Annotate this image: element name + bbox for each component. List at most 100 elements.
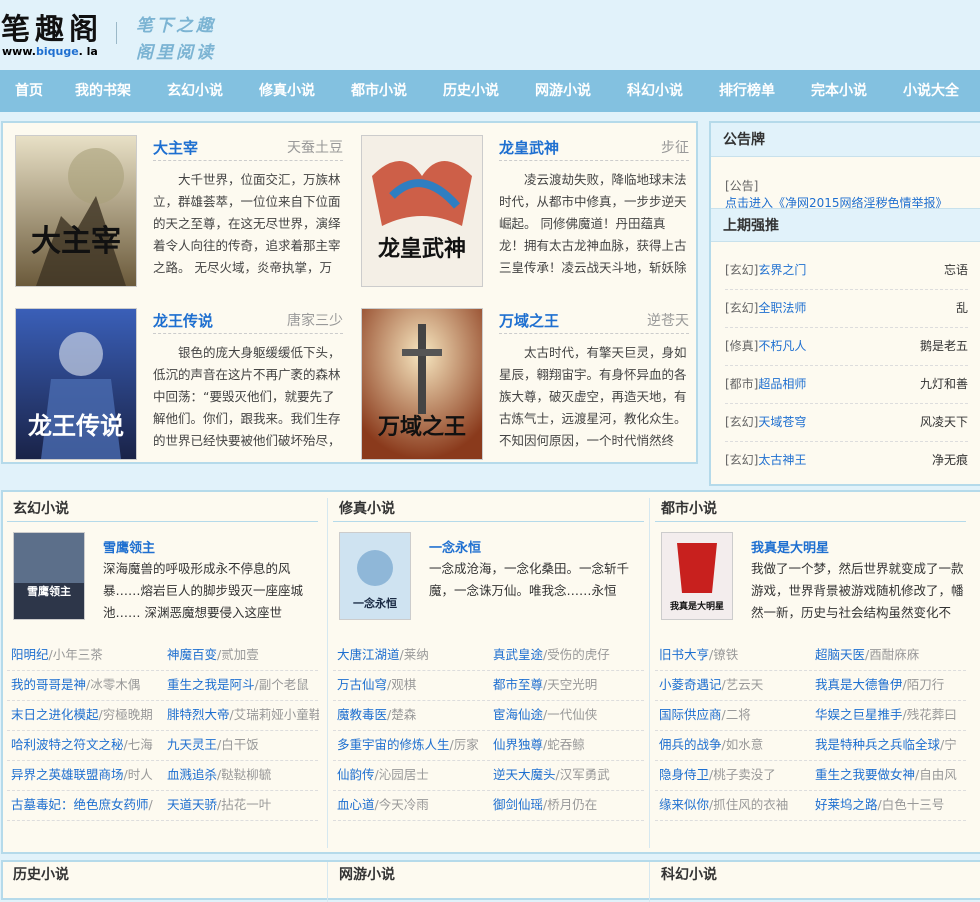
list-item-title[interactable]: 腓特烈大帝	[167, 707, 230, 722]
list-item-title[interactable]: 逆天大魔头	[493, 767, 556, 782]
book-cover[interactable]: 雪鹰领主	[13, 532, 85, 620]
list-item-title[interactable]: 异界之英雄联盟商场	[11, 767, 124, 782]
list-item[interactable]: 哈利波特之符文之秘/七海	[11, 730, 161, 760]
recommend-item[interactable]: [玄幻]太古神王 净无痕	[725, 441, 968, 479]
list-item-title[interactable]: 魔教毒医	[337, 707, 387, 722]
list-item[interactable]: 腓特烈大帝/艾瑞莉娅小童鞋	[167, 700, 319, 730]
list-item[interactable]: 重生之我是阿斗/副个老鼠	[167, 670, 319, 700]
list-item[interactable]: 仙韵传/沁园居士	[337, 760, 487, 790]
nav-xiuzhen[interactable]: 修真小说	[259, 70, 315, 112]
list-item[interactable]: 仙界独尊/蛇吞鲸	[493, 730, 645, 760]
list-item[interactable]: 宦海仙途/一代仙侠	[493, 700, 645, 730]
list-item-title[interactable]: 大唐江湖道	[337, 647, 400, 662]
list-item-title[interactable]: 神魔百变	[167, 647, 217, 662]
list-item[interactable]: 小菱奇遇记/艺云天	[659, 670, 809, 700]
nav-wangyou[interactable]: 网游小说	[535, 70, 591, 112]
site-logo[interactable]: 笔趣阁	[1, 6, 103, 48]
list-item[interactable]: 魔教毒医/楚森	[337, 700, 487, 730]
list-item-title[interactable]: 我的哥哥是神	[11, 677, 86, 692]
category-heading[interactable]: 历史小说	[7, 862, 318, 888]
list-item[interactable]: 多重宇宙的修炼人生/厉家	[337, 730, 487, 760]
recommend-item[interactable]: [修真]不朽凡人 鹅是老五	[725, 327, 968, 366]
nav-xuanhuan[interactable]: 玄幻小说	[167, 70, 223, 112]
list-item-title[interactable]: 隐身侍卫	[659, 767, 709, 782]
book-cover[interactable]: 一念永恒	[339, 532, 411, 620]
nav-lishi[interactable]: 历史小说	[443, 70, 499, 112]
list-item-title[interactable]: 好莱坞之路	[815, 797, 878, 812]
list-item-title[interactable]: 重生之我是阿斗	[167, 677, 255, 692]
recommend-item[interactable]: [玄幻]全职法师乱	[725, 289, 968, 328]
list-item-title[interactable]: 天道天骄	[167, 797, 217, 812]
recommend-item[interactable]: [都市]超品相师 九灯和善	[725, 365, 968, 404]
list-item-title[interactable]: 血溅追杀	[167, 767, 217, 782]
list-item-title[interactable]: 哈利波特之符文之秘	[11, 737, 124, 752]
category-heading[interactable]: 科幻小说	[655, 862, 966, 888]
list-item-title[interactable]: 小菱奇遇记	[659, 677, 722, 692]
list-item-title[interactable]: 阳明纪	[11, 647, 49, 662]
book-title[interactable]: 龙皇武神	[499, 137, 559, 158]
list-item-title[interactable]: 宦海仙途	[493, 707, 543, 722]
list-item[interactable]: 阳明纪/小年三茶	[11, 640, 161, 670]
list-item-title[interactable]: 缘来似你	[659, 797, 709, 812]
list-item-title[interactable]: 我真是大德鲁伊	[815, 677, 903, 692]
list-item[interactable]: 我是特种兵之兵临全球/宁	[815, 730, 967, 760]
category-heading[interactable]: 都市小说	[655, 496, 966, 522]
list-item[interactable]: 我的哥哥是神/冰零木偶	[11, 670, 161, 700]
list-item-title[interactable]: 超脑天医	[815, 647, 865, 662]
recommend-item[interactable]: [玄幻]天域苍穹 风凌天下	[725, 403, 968, 442]
list-item-title[interactable]: 都市至尊	[493, 677, 543, 692]
book-cover[interactable]: 龙皇武神	[361, 135, 483, 287]
book-cover[interactable]: 大主宰	[15, 135, 137, 287]
list-item[interactable]: 异界之英雄联盟商场/时人	[11, 760, 161, 790]
list-item[interactable]: 大唐江湖道/莱纳	[337, 640, 487, 670]
list-item-title[interactable]: 佣兵的战争	[659, 737, 722, 752]
list-item[interactable]: 我真是大德鲁伊/陌刀行	[815, 670, 967, 700]
nav-kehuan[interactable]: 科幻小说	[627, 70, 683, 112]
list-item-title[interactable]: 旧书大亨	[659, 647, 709, 662]
list-item[interactable]: 都市至尊/天空光明	[493, 670, 645, 700]
nav-completed[interactable]: 完本小说	[811, 70, 867, 112]
book-title[interactable]: 大主宰	[153, 137, 198, 158]
notice-item[interactable]: [公告]点击进入《净网2015网络淫秽色情举报》	[725, 177, 980, 211]
category-heading[interactable]: 网游小说	[333, 862, 644, 888]
recommend-item[interactable]: [玄幻]玄界之门 忘语	[725, 251, 968, 290]
list-item[interactable]: 隐身侍卫/桃子卖没了	[659, 760, 809, 790]
list-item[interactable]: 古墓毒妃：绝色庶女药师/	[11, 790, 161, 820]
list-item[interactable]: 华娱之巨星推手/残花葬曰	[815, 700, 967, 730]
list-item-title[interactable]: 我是特种兵之兵临全球	[815, 737, 940, 752]
list-item[interactable]: 好莱坞之路/白色十三号	[815, 790, 967, 820]
list-item-title[interactable]: 古墓毒妃：绝色庶女药师	[11, 797, 149, 812]
nav-all[interactable]: 小说大全	[903, 70, 959, 112]
category-heading[interactable]: 修真小说	[333, 496, 644, 522]
list-item[interactable]: 末日之进化模起/穷極晚期	[11, 700, 161, 730]
list-item-title[interactable]: 仙界独尊	[493, 737, 543, 752]
list-item-title[interactable]: 御剑仙瑶	[493, 797, 543, 812]
list-item[interactable]: 重生之我要做女神/自由风	[815, 760, 967, 790]
book-cover[interactable]: 万域之王	[361, 308, 483, 460]
book-title[interactable]: 雪鹰领主	[103, 537, 155, 556]
nav-ranking[interactable]: 排行榜单	[719, 70, 775, 112]
list-item-title[interactable]: 多重宇宙的修炼人生	[337, 737, 450, 752]
book-title[interactable]: 我真是大明星	[751, 537, 829, 556]
list-item[interactable]: 九天灵王/白干饭	[167, 730, 319, 760]
nav-home[interactable]: 首页	[15, 70, 43, 112]
nav-dushi[interactable]: 都市小说	[351, 70, 407, 112]
list-item[interactable]: 缘来似你/抓住风的衣袖	[659, 790, 809, 820]
list-item[interactable]: 御剑仙瑶/桥月仍在	[493, 790, 645, 820]
list-item[interactable]: 国际供应商/二将	[659, 700, 809, 730]
list-item[interactable]: 真武皇途/受伤的虎仔	[493, 640, 645, 670]
book-title[interactable]: 万域之王	[499, 310, 559, 331]
list-item[interactable]: 天道天骄/拈花一叶	[167, 790, 319, 820]
list-item[interactable]: 血溅追杀/鞑鞑柳毓	[167, 760, 319, 790]
book-cover[interactable]: 我真是大明星	[661, 532, 733, 620]
nav-bookshelf[interactable]: 我的书架	[75, 70, 131, 112]
list-item[interactable]: 旧书大亨/镣铁	[659, 640, 809, 670]
list-item[interactable]: 佣兵的战争/如水意	[659, 730, 809, 760]
list-item-title[interactable]: 真武皇途	[493, 647, 543, 662]
list-item[interactable]: 超脑天医/酉酣庥庥	[815, 640, 967, 670]
category-heading[interactable]: 玄幻小说	[7, 496, 318, 522]
list-item[interactable]: 血心道/今天冷雨	[337, 790, 487, 820]
list-item[interactable]: 逆天大魔头/汉军勇武	[493, 760, 645, 790]
list-item-title[interactable]: 血心道	[337, 797, 375, 812]
list-item[interactable]: 神魔百变/贰加壹	[167, 640, 319, 670]
